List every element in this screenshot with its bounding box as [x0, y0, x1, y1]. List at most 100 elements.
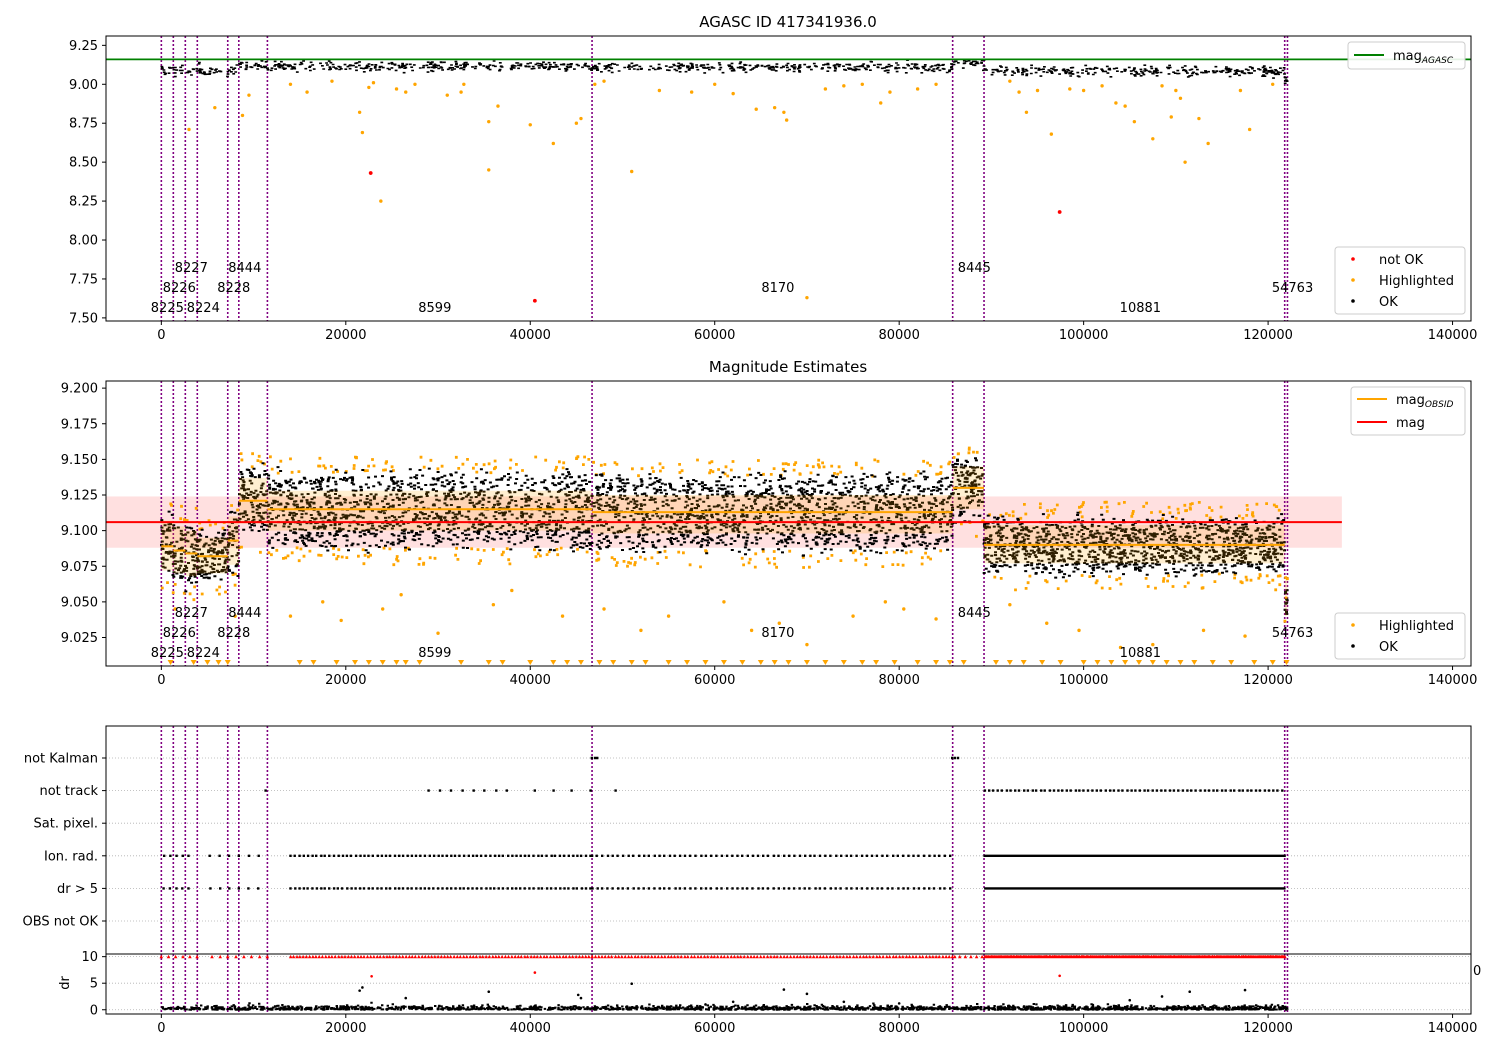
highlighted-point [574, 121, 579, 125]
flag-row-label: dr > 5 [57, 882, 98, 897]
highlighted-low-marker [803, 660, 810, 665]
plot-area: 8225 8226 8227 8224 8228 8444 8599 8170 8445 1088… [106, 381, 1342, 666]
obsid-labels: 8225 8226 8227 8224 8228 8444 8599 8170 8445 1088… [151, 261, 1313, 316]
obsid-label: 8228 [217, 281, 250, 296]
y-tick-label: 8.50 [69, 156, 98, 171]
highlighted-low-marker [993, 660, 1000, 665]
highlighted-low-marker [933, 660, 940, 665]
highlighted-point [445, 93, 449, 97]
highlighted-low-marker [1039, 660, 1046, 665]
y-axis: 7.50 7.75 8.00 8.25 8.50 8.75 9.00 9.25 [69, 39, 106, 326]
y-tick-label: 9.125 [61, 489, 98, 504]
highlighted-point [593, 82, 597, 86]
highlighted-point [496, 104, 500, 108]
highlighted-low-marker [1080, 660, 1087, 665]
y-tick-label: 5 [90, 977, 98, 992]
highlighted-point [1100, 84, 1104, 88]
x-tick-label: 80000 [878, 673, 919, 688]
figure-canvas: AGASC ID 417341936.0 8225822682278224822… [23, 13, 1482, 1036]
highlighted-low-marker [310, 660, 317, 665]
stray-tick-label: 0 [1473, 964, 1481, 979]
highlighted-point [1045, 621, 1049, 625]
dr-axis-label: dr [58, 976, 73, 990]
highlighted-point [1081, 88, 1086, 93]
dr-outlier-point [1058, 974, 1061, 978]
x-tick-label: 60000 [694, 1021, 735, 1036]
obsid-stdev-rect [267, 490, 593, 531]
highlighted-point [371, 81, 376, 85]
flag-row-label: not Kalman [24, 752, 98, 767]
dr-ok-points [161, 1001, 1289, 1011]
highlighted-low-marker [771, 660, 778, 665]
chart-title: Magnitude Estimates [709, 358, 867, 376]
obsid-label: 10881 [1120, 646, 1161, 661]
ok-point-cloud [160, 58, 1289, 85]
obsid-labels: 8225 8226 8227 8224 8228 8444 8599 8170 8445 1088… [151, 606, 1313, 661]
x-tick-label: 60000 [694, 673, 735, 688]
highlighted-point [842, 84, 846, 88]
x-tick-label: 120000 [1243, 673, 1293, 688]
highlighted-low-marker [840, 660, 847, 665]
y-tick-label: 9.25 [69, 39, 98, 54]
highlighted-low-marker [873, 660, 880, 665]
x-axis: 0 20000 40000 60000 80000 100000 120000 140000 [157, 1014, 1477, 1036]
y-tick-label: 9.200 [61, 382, 98, 397]
highlighted-point [1160, 84, 1164, 88]
legend-points: not OK Highlighted OK [1334, 246, 1466, 315]
highlighted-point [851, 614, 855, 618]
y-tick-label: 9.150 [61, 453, 98, 468]
x-tick-label: 140000 [1428, 673, 1478, 688]
highlighted-point [240, 113, 245, 118]
highlighted-low-marker [596, 660, 603, 665]
highlighted-low-marker [527, 660, 534, 665]
x-tick-label: 0 [157, 1021, 165, 1036]
highlighted-point [879, 101, 883, 105]
flag-points-dr-5 [162, 887, 1286, 890]
dr-outlier-point [731, 1000, 735, 1004]
highlighted-low-marker [296, 660, 303, 665]
obsid-label: 54763 [1272, 281, 1313, 296]
legend-notok-marker [1351, 257, 1355, 261]
highlighted-point [1024, 110, 1029, 115]
highlighted-point [491, 603, 496, 607]
legend-highlighted-label: Highlighted [1379, 274, 1454, 289]
flag-row-labels: not Kalman not track Sat. pixel. Ion. rad. d… [23, 752, 106, 930]
highlighted-point [394, 87, 399, 91]
dr-plot-area [106, 954, 1471, 1014]
highlighted-low-marker [665, 660, 672, 665]
highlighted-point [731, 91, 735, 96]
highlighted-point [1197, 116, 1201, 121]
highlighted-low-marker [1251, 660, 1258, 665]
highlighted-point [187, 127, 191, 132]
dr-outlier-point [704, 1003, 707, 1006]
dr-ok-point-cloud [161, 1001, 1289, 1011]
dr-outlier-point [487, 990, 491, 993]
flag-row-label: not track [39, 784, 98, 799]
x-tick-label: 20000 [325, 328, 366, 343]
highlighted-point [288, 614, 293, 618]
legend-lines: magOBSID mag [1350, 386, 1466, 436]
dr-outlier-point [782, 988, 786, 991]
dr-outlier-point [361, 986, 364, 989]
obsid-label: 8599 [418, 646, 451, 661]
x-tick-label: 80000 [878, 1021, 919, 1036]
highlighted-point [213, 105, 217, 110]
legend-notok-label: not OK [1379, 253, 1424, 268]
x-tick-label: 0 [157, 328, 165, 343]
highlighted-low-marker [1006, 660, 1013, 665]
highlighted-low-marker [628, 660, 635, 665]
obs-boundary-lines [160, 36, 1289, 321]
highlighted-point [579, 116, 583, 121]
highlighted-low-marker [1163, 660, 1170, 665]
highlighted-low-marker [1108, 660, 1115, 665]
highlighted-low-marker [550, 660, 557, 665]
highlighted-point [805, 642, 809, 647]
dr-outlier-points [358, 971, 1247, 1006]
obsid-label: 8227 [175, 606, 208, 621]
highlighted-point [1247, 127, 1252, 132]
x-tick-label: 40000 [510, 673, 551, 688]
highlighted-point [782, 110, 786, 115]
obsid-label: 8226 [163, 626, 196, 641]
highlighted-point [1008, 79, 1012, 83]
dr-y-axis: 0 5 10 [81, 950, 106, 1018]
